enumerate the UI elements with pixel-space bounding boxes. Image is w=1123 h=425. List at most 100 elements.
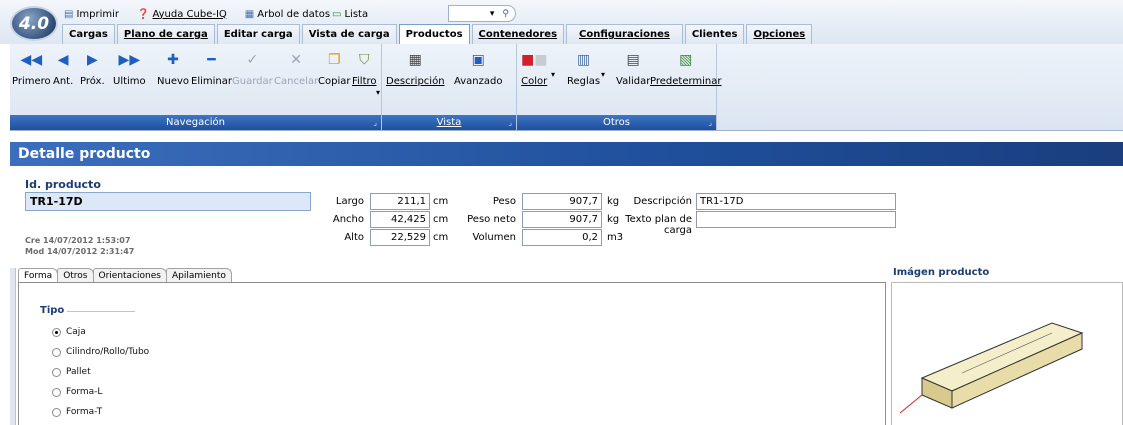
next-icon: ▶ [86, 52, 98, 68]
ribbon-group-label: Navegación ⌟ [10, 115, 381, 130]
product-id-label: Id. producto [25, 178, 101, 191]
tab-contenedores[interactable]: Contenedores [471, 24, 565, 44]
quick-list-button[interactable]: ▭ Lista [332, 9, 368, 20]
texto-plan-field[interactable] [696, 211, 896, 228]
dialog-launcher-icon[interactable]: ⌟ [508, 118, 512, 127]
image-panel-label: Imágen producto [893, 267, 990, 278]
quick-print-button[interactable]: ▤ Imprimir [64, 9, 119, 20]
peso-field[interactable]: 907,7 [522, 193, 602, 210]
dialog-launcher-icon[interactable]: ⌟ [708, 118, 712, 127]
description-button[interactable]: ▦ Descripción [386, 52, 445, 87]
tab-plano-de-carga[interactable]: Plano de carga [116, 24, 215, 44]
quick-access-toolbar: ▤ Imprimir ❓ Ayuda Cube-IQ ▦ Arbol de datos… [64, 5, 514, 23]
new-button[interactable]: ✚ Nuevo [157, 52, 189, 87]
validate-button[interactable]: ▤ Validar [616, 52, 650, 87]
tab-editar-carga[interactable]: Editar carga [216, 24, 300, 44]
tab-cargas[interactable]: Cargas [62, 24, 115, 44]
help-icon: ❓ [137, 8, 150, 20]
quick-access-dropdown[interactable]: ▾ ⚲ [448, 5, 516, 22]
ancho-field[interactable]: 42,425 [370, 211, 430, 228]
tab-clientes[interactable]: Clientes [684, 24, 745, 44]
page-title: Detalle producto [10, 142, 1123, 166]
radio-pallet[interactable]: Pallet [52, 367, 91, 377]
product-id-field[interactable]: TR1-17D [25, 192, 311, 211]
rules-button[interactable]: ▥ Reglas [567, 52, 600, 87]
tab-productos[interactable]: Productos [398, 24, 470, 44]
color-button[interactable]: ■■ Color [521, 52, 547, 87]
chevron-down-icon[interactable]: ▾ [551, 70, 555, 79]
save-button[interactable]: ✓ Guardar [232, 52, 273, 87]
minus-icon: ━ [207, 52, 216, 68]
previous-icon: ◀ [57, 52, 69, 68]
radio-cilindro[interactable]: Cilindro/Rollo/Tubo [52, 347, 149, 357]
window-icon: ▣ [471, 52, 485, 68]
alto-unit: cm [433, 232, 449, 243]
plus-icon: ✚ [167, 52, 179, 68]
descripcion-field[interactable]: TR1-17D [696, 193, 896, 210]
descripcion-label: Descripción [633, 196, 692, 207]
delete-button[interactable]: ━ Eliminar [191, 52, 232, 87]
tab-forma[interactable]: Forma [18, 268, 59, 282]
ribbon-group-vista: ▦ Descripción ▣ Avanzado Vista ⌟ [382, 44, 517, 130]
chevron-down-icon[interactable]: ▾ [376, 88, 380, 97]
chevron-down-icon: ▾ [489, 8, 495, 19]
next-button[interactable]: ▶ Próx. [80, 52, 105, 87]
axis-line [899, 394, 923, 414]
binoculars-icon: ⚲ [502, 8, 509, 19]
alto-label: Alto [344, 232, 364, 243]
copy-button[interactable]: ❐ Copiar [318, 52, 350, 87]
product-box-3d-image [899, 322, 1084, 414]
created-timestamp: Cre 14/07/2012 1:53:07 [25, 236, 131, 245]
tab-otros[interactable]: Otros [57, 268, 94, 282]
ribbon-group-otros: ■■ Color ▾ ▥ Reglas ▾ ▤ Validar ▧ Predetermi… [517, 44, 722, 130]
app-logo[interactable]: 4.0 [10, 6, 58, 41]
tab-orientaciones[interactable]: Orientaciones [92, 268, 167, 282]
quick-help-button[interactable]: ❓ Ayuda Cube-IQ [137, 9, 227, 20]
close-icon: ✕ [290, 52, 302, 68]
tipo-group-label: Tipo [40, 305, 65, 316]
first-icon: ◀◀ [20, 52, 43, 68]
radio-forma-t[interactable]: Forma-T [52, 407, 102, 417]
product-image-panel [891, 282, 1123, 425]
largo-field[interactable]: 211,1 [370, 193, 430, 210]
radio-button-icon [52, 407, 61, 417]
peso-label: Peso [492, 196, 516, 207]
tab-opciones[interactable]: Opciones [746, 24, 813, 44]
cancel-button[interactable]: ✕ Cancelar [274, 52, 318, 87]
left-splitter[interactable] [10, 268, 16, 425]
list-icon: ▭ [332, 8, 342, 20]
radio-button-icon [52, 367, 61, 377]
alto-field[interactable]: 22,529 [370, 229, 430, 246]
rules-icon: ▥ [576, 52, 591, 68]
radio-forma-l[interactable]: Forma-L [52, 387, 102, 397]
dialog-launcher-icon[interactable]: ⌟ [373, 118, 377, 127]
largo-label: Largo [335, 196, 364, 207]
tree-icon: ▦ [244, 8, 255, 20]
tab-apilamiento[interactable]: Apilamiento [165, 268, 232, 282]
tab-vista-de-carga[interactable]: Vista de carga [301, 24, 397, 44]
product-tabs: Forma Otros Orientaciones Apilamiento [18, 268, 232, 282]
advanced-button[interactable]: ▣ Avanzado [454, 52, 502, 87]
filter-button[interactable]: ⛉ Filtro [352, 52, 377, 87]
chevron-down-icon[interactable]: ▾ [601, 70, 605, 79]
printer-icon: ▤ [64, 8, 74, 20]
radio-caja[interactable]: Caja [52, 327, 86, 337]
quick-tree-button[interactable]: ▦ Arbol de datos [245, 9, 330, 20]
check-icon: ✓ [246, 52, 259, 68]
default-button[interactable]: ▧ Predeterminar [650, 52, 722, 87]
previous-button[interactable]: ◀ Ant. [53, 52, 73, 87]
largo-unit: cm [433, 196, 449, 207]
volumen-field[interactable]: 0,2 [522, 229, 602, 246]
ancho-unit: cm [433, 214, 449, 225]
first-button[interactable]: ◀◀ Primero [12, 52, 51, 87]
radio-button-icon [52, 347, 61, 357]
validate-icon: ▤ [626, 52, 640, 68]
ribbon: ◀◀ Primero ◀ Ant. ▶ Próx. ▶▶ Ultimo ✚ Nuevo ━… [10, 44, 1123, 131]
texto-plan-label: Texto plan de carga [625, 214, 692, 236]
copy-icon: ❐ [327, 52, 341, 68]
last-button[interactable]: ▶▶ Ultimo [113, 52, 146, 87]
main-tabs: Cargas Plano de carga Editar carga Vista… [62, 24, 814, 44]
filter-icon: ⛉ [359, 52, 370, 68]
peso-neto-field[interactable]: 907,7 [522, 211, 602, 228]
tab-configuraciones[interactable]: Configuraciones [566, 24, 683, 44]
